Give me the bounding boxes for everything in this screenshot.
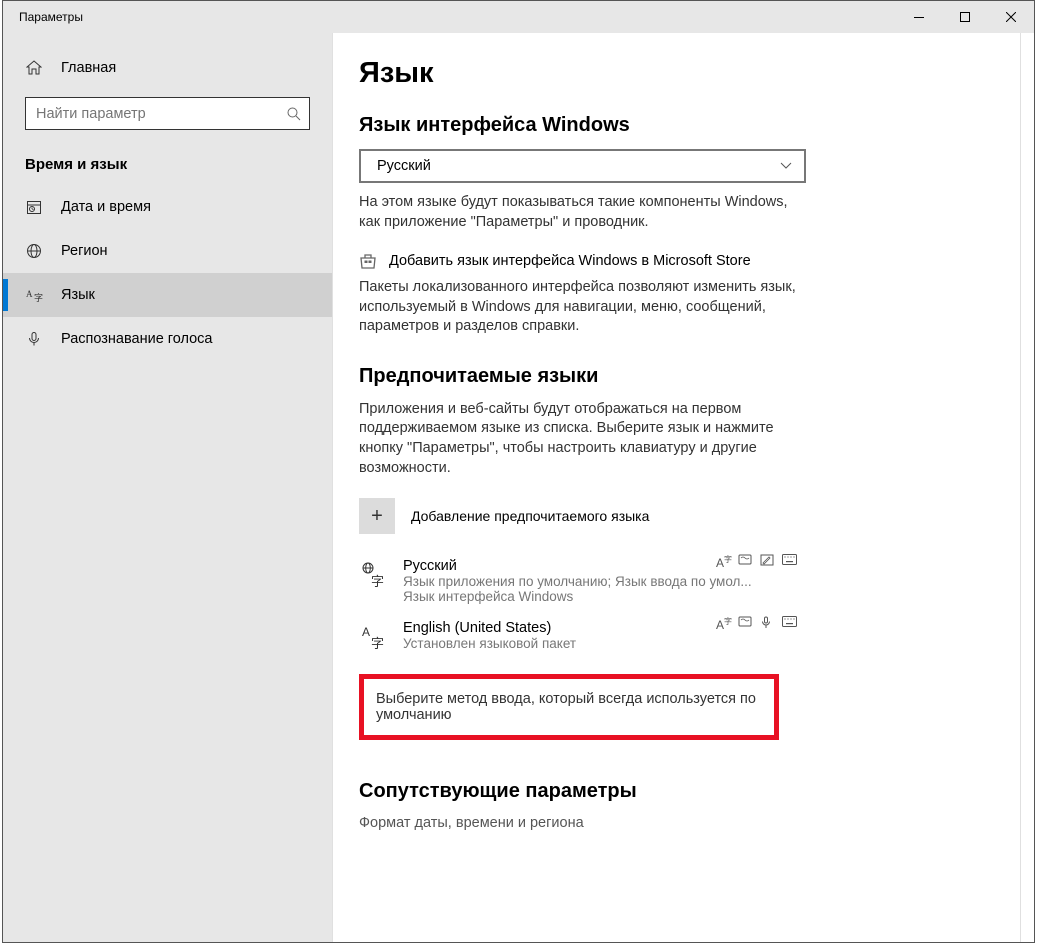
search-field[interactable] [36,106,287,122]
sidebar-section-header: Время и язык [3,148,332,185]
display-language-dropdown[interactable]: Русский [359,149,806,183]
svg-text:字: 字 [371,636,384,650]
link-text: Выберите метод ввода, который всегда исп… [376,691,756,723]
language-features: A字 [716,554,798,570]
svg-text:字: 字 [371,574,384,588]
sidebar-item-language[interactable]: A字 Язык [3,273,332,317]
feature-tts-icon [738,554,754,570]
dropdown-selected: Русский [377,158,431,174]
store-desc: Пакеты локализованного интерфейса позвол… [359,278,809,337]
svg-text:A: A [362,625,370,639]
page-title: Язык [359,57,1004,90]
display-language-desc: На этом языке будут показываться такие к… [359,193,809,232]
home-icon [25,59,43,77]
feature-display-icon: A字 [716,616,732,632]
language-features: A字 [716,616,798,632]
preferred-languages-title: Предпочитаемые языки [359,365,1004,388]
sidebar-item-label: Дата и время [61,199,151,215]
sidebar-item-datetime[interactable]: Дата и время [3,185,332,229]
sidebar-item-label: Язык [61,287,95,303]
language-sub: Язык приложения по умолчанию; Язык ввода… [403,574,804,589]
language-glyph-icon: A字 [359,622,389,652]
feature-handwriting-icon [760,554,776,570]
language-icon: A字 [25,286,43,304]
plus-icon: + [359,498,395,534]
feature-keyboard-icon [782,554,798,570]
store-icon [359,252,377,270]
language-sub: Установлен языковой пакет [403,636,804,651]
svg-text:字: 字 [34,292,43,303]
date-time-region-format-link[interactable]: Формат даты, времени и региона [359,815,1004,831]
mic-icon [25,330,43,348]
preferred-languages-desc: Приложения и веб-сайты будут отображатьс… [359,400,779,478]
search-icon [287,107,301,121]
related-settings-title: Сопутствующие параметры [359,780,1004,803]
default-input-method-link[interactable]: Выберите метод ввода, который всегда исп… [359,674,779,740]
store-link[interactable]: Добавить язык интерфейса Windows в Micro… [359,252,1004,270]
maximize-button[interactable] [942,1,988,33]
feature-display-icon: A字 [716,554,732,570]
minimize-button[interactable] [896,1,942,33]
scrollbar[interactable] [1020,33,1034,942]
sidebar-item-label: Распознавание голоса [61,331,213,347]
language-item-russian[interactable]: 字 Русский Язык приложения по умолчанию; … [359,550,804,612]
calendar-icon [25,198,43,216]
close-button[interactable] [988,1,1034,33]
window-title: Параметры [19,10,83,24]
sidebar-item-speech[interactable]: Распознавание голоса [3,317,332,361]
language-sub: Язык интерфейса Windows [403,589,804,604]
feature-tts-icon [738,616,754,632]
chevron-down-icon [780,162,792,170]
globe-icon [25,242,43,260]
nav-home[interactable]: Главная [3,47,332,89]
nav-home-label: Главная [61,60,116,76]
language-glyph-icon: 字 [359,560,389,590]
store-link-text: Добавить язык интерфейса Windows в Micro… [389,253,751,269]
feature-keyboard-icon [782,616,798,632]
sidebar-item-region[interactable]: Регион [3,229,332,273]
add-language-button[interactable]: + Добавление предпочитаемого языка [359,498,1004,534]
add-language-label: Добавление предпочитаемого языка [411,508,649,524]
display-language-title: Язык интерфейса Windows [359,114,1004,137]
sidebar: Главная Время и язык Дата и время Регион… [3,1,333,942]
svg-text:A: A [26,289,33,299]
feature-speech-icon [760,616,776,632]
search-input[interactable] [25,97,310,130]
language-item-english[interactable]: A字 English (United States) Установлен яз… [359,612,804,660]
content-area: Язык Язык интерфейса Windows Русский На … [333,1,1034,942]
sidebar-item-label: Регион [61,243,108,259]
